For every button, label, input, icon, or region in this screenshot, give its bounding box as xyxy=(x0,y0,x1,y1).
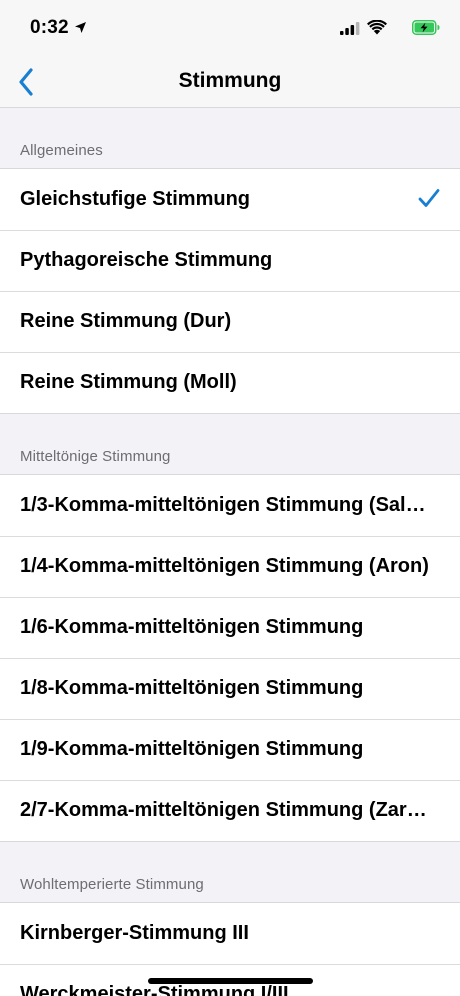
list-item-just-major[interactable]: Reine Stimmung (Dur) xyxy=(0,291,460,352)
navigation-bar: Stimmung xyxy=(0,56,460,108)
list-item-pythagorean[interactable]: Pythagoreische Stimmung xyxy=(0,230,460,291)
list-item-meantone-1-9[interactable]: 1/9-Komma-mitteltönigen Stimmung xyxy=(0,719,460,780)
list-item-label: 1/6-Komma-mitteltönigen Stimmung xyxy=(20,616,364,638)
list-item-label: 2/7-Komma-mitteltönigen Stimmung (Zarlin… xyxy=(20,799,430,821)
list-item-label: Kirnberger-Stimmung III xyxy=(20,922,249,944)
list-item-meantone-1-4[interactable]: 1/4-Komma-mitteltönigen Stimmung (Aron) xyxy=(0,536,460,597)
section-header-meantone: Mitteltönige Stimmung xyxy=(20,448,171,465)
list-item-label: 1/4-Komma-mitteltönigen Stimmung (Aron) xyxy=(20,555,429,577)
checkmark-icon xyxy=(418,189,440,207)
list-item-label: Reine Stimmung (Moll) xyxy=(20,371,237,393)
section-meantone: 1/3-Komma-mitteltönigen Stimmung (Salina… xyxy=(0,474,460,842)
list-item-label: Werckmeister-Stimmung I/III xyxy=(20,983,289,996)
location-arrow-icon xyxy=(75,22,86,33)
list-item-meantone-1-8[interactable]: 1/8-Komma-mitteltönigen Stimmung xyxy=(0,658,460,719)
list-item-label: Gleichstufige Stimmung xyxy=(20,188,251,210)
page-title: Stimmung xyxy=(178,69,282,92)
list-item-meantone-1-3[interactable]: 1/3-Komma-mitteltönigen Stimmung (Salina… xyxy=(0,475,460,536)
wifi-icon xyxy=(367,20,387,35)
list-item-meantone-1-6[interactable]: 1/6-Komma-mitteltönigen Stimmung xyxy=(0,597,460,658)
list-item-label: Pythagoreische Stimmung xyxy=(20,249,273,271)
list-item-equal-temperament[interactable]: Gleichstufige Stimmung xyxy=(0,169,460,230)
list-item-label: 1/3-Komma-mitteltönigen Stimmung (Salina… xyxy=(20,494,430,516)
home-indicator[interactable] xyxy=(148,978,313,984)
cellular-signal-icon xyxy=(340,22,360,35)
status-bar: 0:32 xyxy=(0,0,460,56)
list-item-kirnberger-iii[interactable]: Kirnberger-Stimmung III xyxy=(0,903,460,964)
list-item-just-minor[interactable]: Reine Stimmung (Moll) xyxy=(0,352,460,413)
section-header-general: Allgemeines xyxy=(20,142,103,159)
list-item-label: 1/8-Komma-mitteltönigen Stimmung xyxy=(20,677,364,699)
status-time: 0:32 xyxy=(30,17,69,38)
list-item-meantone-2-7[interactable]: 2/7-Komma-mitteltönigen Stimmung (Zarlin… xyxy=(0,780,460,841)
tuning-list: Allgemeines Gleichstufige Stimmung Pytha… xyxy=(0,109,460,996)
section-general: Gleichstufige Stimmung Pythagoreische St… xyxy=(0,168,460,414)
list-item-label: 1/9-Komma-mitteltönigen Stimmung xyxy=(20,738,364,760)
section-header-well-tempered: Wohltemperierte Stimmung xyxy=(20,876,204,893)
battery-charging-icon xyxy=(412,20,440,35)
list-item-label: Reine Stimmung (Dur) xyxy=(20,310,232,332)
